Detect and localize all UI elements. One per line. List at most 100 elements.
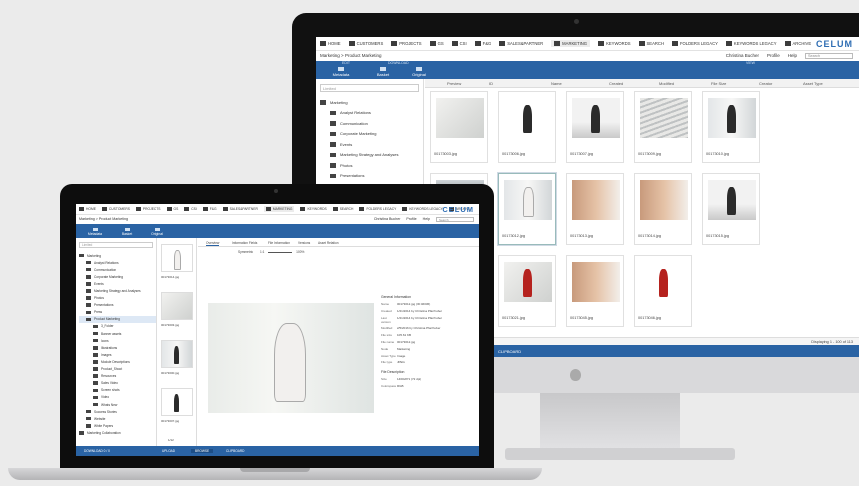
tree-item[interactable]: Analyst Relations — [320, 108, 423, 119]
tree-item[interactable]: Events — [320, 139, 423, 150]
nav-item[interactable]: CUSTOMERS — [101, 207, 130, 211]
nav-item[interactable]: KEYWORDS LEGACY — [402, 207, 443, 211]
tree-item[interactable]: Presentations — [79, 302, 156, 309]
nav-item[interactable]: CSI — [451, 41, 467, 46]
nav-item[interactable]: SEARCH — [638, 41, 664, 46]
tab-2[interactable]: File Information — [268, 241, 290, 245]
nav-item[interactable]: SEARCH — [332, 207, 353, 211]
nav-item[interactable]: CUSTOMERS — [348, 41, 383, 46]
browse-tab[interactable]: BROWSE — [191, 449, 214, 453]
basket-button[interactable]: Basket — [366, 67, 400, 77]
column-header-3[interactable]: Created — [609, 81, 623, 86]
tree-item[interactable]: Corporate Marketing — [79, 273, 156, 280]
asset-card[interactable]: 00173010.jpg — [702, 91, 760, 163]
tree-item[interactable]: Corporate Marketing — [320, 129, 423, 140]
nav-item[interactable]: HOME — [79, 207, 96, 211]
tree-item[interactable]: Press — [79, 309, 156, 316]
pager[interactable]: 1/12 — [168, 438, 174, 442]
column-header-5[interactable]: File Size — [711, 81, 726, 86]
user-name[interactable]: Christina Bucher — [374, 217, 401, 222]
tab-1[interactable]: Information Fields — [232, 241, 257, 245]
tree-item[interactable]: Events — [79, 280, 156, 287]
nav-item[interactable]: GS — [166, 207, 178, 211]
tree-item[interactable]: 3_Folder — [79, 323, 156, 330]
tree-item[interactable]: Icons — [79, 337, 156, 344]
tree-item[interactable]: Presentations — [320, 171, 423, 182]
metadata-button[interactable]: Metadata — [324, 67, 358, 77]
tree-item[interactable]: Sales Video — [79, 380, 156, 387]
profile-menu[interactable]: Profile — [767, 53, 780, 59]
nav-item[interactable]: ARCHIVE — [784, 41, 811, 46]
tree-item[interactable]: Photos — [320, 160, 423, 171]
tree-item[interactable]: Video — [79, 394, 156, 401]
column-header-7[interactable]: Asset Type — [803, 81, 823, 86]
upload-tab[interactable]: UPLOAD — [162, 449, 175, 453]
tree-item[interactable]: Website — [79, 415, 156, 422]
original-button[interactable]: Original — [402, 67, 436, 77]
asset-card[interactable]: 00173021.jpg — [498, 255, 556, 327]
tree-item[interactable]: Marketing Strategy and Analyses — [320, 150, 423, 161]
original-button[interactable]: Original — [142, 228, 172, 236]
help-menu[interactable]: Help — [788, 53, 797, 59]
zoom-ratio[interactable]: 1:1 — [260, 250, 264, 254]
tab-4[interactable]: Asset Relation — [318, 241, 339, 245]
nav-item[interactable]: FOLDERS LEGACY — [359, 207, 396, 211]
asset-card[interactable]: 00173003.jpg — [430, 91, 488, 163]
breadcrumb-root[interactable]: Marketing — [79, 217, 95, 221]
nav-item[interactable]: MARKETING — [551, 40, 591, 47]
asset-card[interactable]: 00173046.jpg — [634, 255, 692, 327]
tree-item[interactable]: Photos — [79, 295, 156, 302]
thumbnail-item[interactable]: 00173000.jpg — [161, 340, 193, 380]
filter-input[interactable]: Limited — [79, 242, 153, 248]
tree-item[interactable]: Communication — [320, 118, 423, 129]
nav-item[interactable]: F&G — [202, 207, 217, 211]
asset-card[interactable]: 00173013.jpg — [566, 173, 624, 245]
nav-item[interactable]: PROJECTS — [391, 41, 422, 46]
tree-item[interactable]: Analyst Relations — [79, 259, 156, 266]
filter-input[interactable]: Limited — [320, 84, 419, 92]
thumbnail-item[interactable]: 00173014.jpg — [161, 244, 193, 284]
download-counter[interactable]: DOWNLOAD 0 / 0 — [84, 449, 110, 453]
tree-item[interactable]: Screen shots — [79, 387, 156, 394]
tree-item[interactable]: Marketing — [320, 97, 423, 108]
column-header-2[interactable]: Name — [551, 81, 562, 86]
search-input[interactable]: Search — [436, 217, 474, 222]
tree-item[interactable]: Illustrations — [79, 344, 156, 351]
tree-item[interactable]: Module Descriptions — [79, 358, 156, 365]
asset-card[interactable]: 00173015.jpg — [702, 173, 760, 245]
column-header-1[interactable]: ID — [489, 81, 493, 86]
help-menu[interactable]: Help — [423, 217, 430, 222]
clipboard-tab[interactable]: CLIPBOARD — [226, 449, 244, 453]
file-description-heading[interactable]: File Description — [381, 370, 476, 374]
tree-item[interactable]: White Papers — [79, 422, 156, 429]
tree-item[interactable]: Whats New — [79, 401, 156, 408]
nav-item[interactable]: KEYWORDS — [598, 41, 631, 46]
breadcrumb-root[interactable]: Marketing — [320, 53, 340, 58]
zoom-mode-select[interactable]: Symmetric — [238, 250, 253, 254]
user-name[interactable]: Christina Bucher — [726, 53, 759, 59]
tree-item[interactable]: Product Marketing — [79, 315, 156, 323]
nav-item[interactable]: SALES&PARTNER — [499, 41, 543, 46]
tree-item[interactable]: Communication — [79, 266, 156, 273]
column-header-4[interactable]: Modified — [659, 81, 674, 86]
thumbnail-item[interactable]: 00173003.jpg — [161, 292, 193, 332]
nav-item[interactable]: F&G — [474, 41, 491, 46]
clipboard-tab[interactable]: CLIPBOARD — [498, 349, 521, 354]
tree-item[interactable]: Banner assets — [79, 330, 156, 337]
tree-item[interactable]: Marketing Strategy and Analyses — [79, 287, 156, 294]
general-info-heading[interactable]: General Information — [381, 295, 476, 299]
asset-card[interactable]: 00173009.jpg — [634, 91, 692, 163]
column-header-6[interactable]: Creator — [759, 81, 772, 86]
asset-card[interactable]: 00173014.jpg — [634, 173, 692, 245]
nav-item[interactable]: GS — [429, 41, 444, 46]
nav-item[interactable]: MARKETING — [263, 206, 295, 212]
tab-3[interactable]: Versions — [298, 241, 310, 245]
basket-button[interactable]: Basket — [112, 228, 142, 236]
profile-menu[interactable]: Profile — [406, 217, 416, 222]
asset-card[interactable]: 00173007.jpg — [566, 91, 624, 163]
thumbnail-item[interactable]: 00173007.jpg — [161, 388, 193, 428]
tree-item[interactable]: Product_Shoot — [79, 366, 156, 373]
asset-card[interactable]: 00173012.jpg — [498, 173, 556, 245]
search-input[interactable]: Search — [805, 53, 853, 59]
zoom-slider[interactable] — [268, 251, 293, 253]
